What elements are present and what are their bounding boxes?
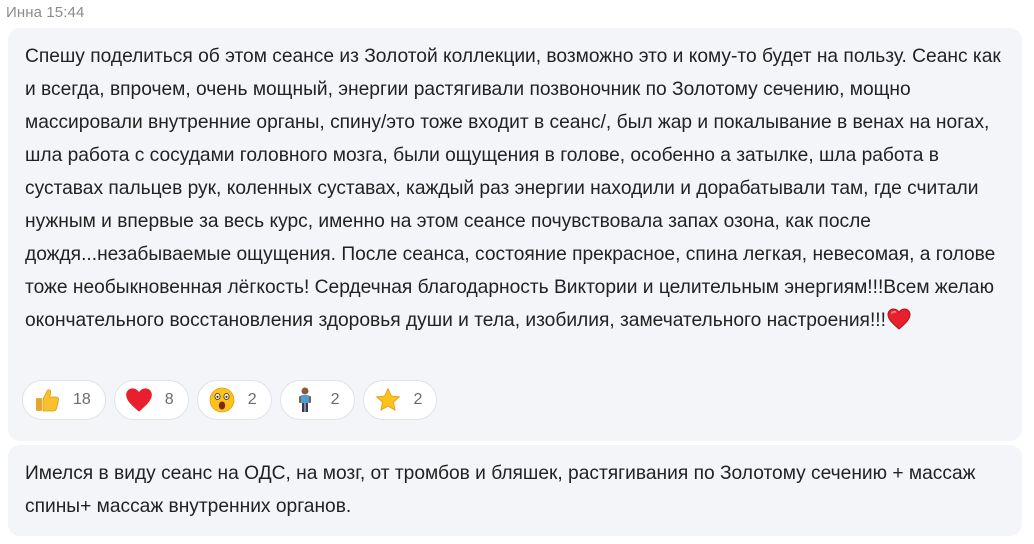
chat-page: Инна 15:44 Спешу поделиться об этом сеан…	[0, 0, 1034, 544]
reaction-count: 2	[413, 391, 423, 408]
star-icon	[374, 386, 402, 414]
message-body: Спешу поделиться об этом сеансе из Золот…	[25, 46, 1001, 331]
reaction-astonished[interactable]: 2	[196, 380, 272, 420]
reactions-bar: 18 8 2 2 2	[22, 380, 438, 420]
message-author-time: Инна 15:44	[6, 4, 85, 21]
reaction-person[interactable]: 2	[279, 380, 355, 420]
message-text: Спешу поделиться об этом сеансе из Золот…	[25, 40, 1002, 341]
reaction-thumbs-up[interactable]: 18	[22, 380, 106, 420]
message-text: Имелся в виду сеанс на ОДС, на мозг, от …	[25, 463, 976, 517]
red-heart-icon	[125, 386, 153, 414]
reaction-count: 8	[164, 391, 174, 408]
message-bubble[interactable]: Имелся в виду сеанс на ОДС, на мозг, от …	[8, 445, 1022, 536]
red-heart-icon	[887, 308, 911, 341]
astonished-face-icon	[208, 386, 236, 414]
message-bubble[interactable]: Спешу поделиться об этом сеансе из Золот…	[8, 28, 1022, 441]
thumbs-up-icon	[33, 386, 61, 414]
reaction-heart[interactable]: 8	[113, 380, 189, 420]
reaction-count: 2	[330, 391, 340, 408]
reaction-star[interactable]: 2	[362, 380, 438, 420]
reaction-count: 18	[73, 391, 91, 408]
reaction-count: 2	[247, 391, 257, 408]
person-standing-icon	[291, 386, 319, 414]
